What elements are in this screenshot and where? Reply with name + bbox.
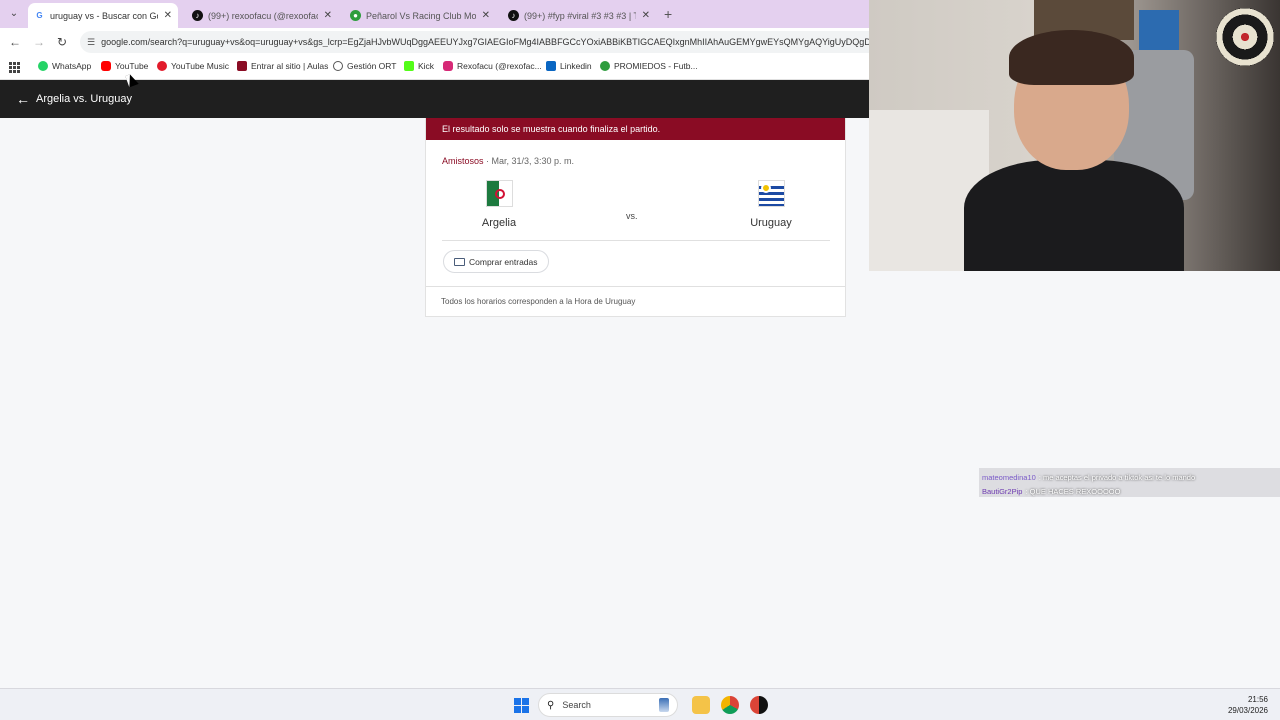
- chat-text: : QUE HACES REXOOOOO: [1025, 486, 1121, 496]
- tab-title: Peñarol Vs Racing Club Montev: [366, 10, 476, 21]
- tab-google-search[interactable]: G uruguay vs - Buscar con Goog ✕: [28, 3, 178, 28]
- chat-message: BautiGr2Pip : QUE HACES REXOOOOO: [982, 484, 1277, 498]
- bookmark-kick[interactable]: Kick: [404, 61, 434, 71]
- kick-icon: [404, 61, 414, 71]
- bookmark-label: Entrar al sitio | Aulas: [251, 61, 329, 71]
- result-notice-banner: El resultado solo se muestra cuando fina…: [426, 118, 845, 140]
- away-team[interactable]: Uruguay: [731, 180, 811, 229]
- back-arrow-icon[interactable]: ←: [8, 35, 22, 49]
- chrome-icon[interactable]: [721, 696, 739, 714]
- league-link[interactable]: Amistosos: [442, 156, 484, 166]
- away-team-name: Uruguay: [750, 217, 792, 229]
- bookmark-linkedin[interactable]: Linkedin: [546, 61, 592, 71]
- obs-icon[interactable]: [750, 696, 768, 714]
- graduation-cap-icon: [237, 61, 247, 71]
- tab-title: (99+) rexoofacu (@rexoofacu): [208, 10, 318, 21]
- site-info-icon[interactable]: ☰: [87, 37, 95, 48]
- page-title: Argelia vs. Uruguay: [36, 93, 132, 105]
- new-tab-plus-icon[interactable]: +: [664, 6, 672, 22]
- webcam-overlay: [869, 0, 1280, 271]
- chat-text: : me aceptas el privado a tiktok asi te …: [1038, 472, 1196, 482]
- search-highlight-icon: [659, 698, 669, 712]
- youtube-music-icon: [157, 61, 167, 71]
- bookmark-label: YouTube: [115, 61, 149, 71]
- system-clock[interactable]: 21:56 29/03/2026: [1228, 694, 1268, 716]
- bookmark-label: Kick: [418, 61, 435, 71]
- bookmark-instagram[interactable]: Rexofacu (@rexofac...: [443, 61, 542, 71]
- close-icon[interactable]: ✕: [482, 10, 490, 21]
- tab-tiktok-video[interactable]: ♪ (99+) #fyp #viral #3 #3 #3 | Tik ✕: [502, 3, 656, 28]
- match-meta: Amistosos · Mar, 31/3, 3:30 p. m.: [442, 156, 574, 166]
- bookmark-youtube[interactable]: YouTube: [101, 61, 148, 71]
- bookmark-label: Linkedin: [560, 61, 592, 71]
- bookmark-aulas[interactable]: Entrar al sitio | Aulas: [237, 61, 328, 71]
- versus-label: vs.: [626, 211, 638, 221]
- browser-toolbar: ← → ↻ ☰ google.com/search?q=uruguay+vs&o…: [0, 28, 869, 56]
- instagram-icon: [443, 61, 453, 71]
- taskbar: ⚲ Search 21:56 29/03/2026: [0, 688, 1280, 720]
- promiedos-icon: [600, 61, 610, 71]
- bookmark-promiedos[interactable]: PROMIEDOS - Futb...: [600, 61, 698, 71]
- reload-icon[interactable]: ↻: [55, 35, 69, 49]
- tiktok-icon: ♪: [508, 10, 519, 21]
- close-icon[interactable]: ✕: [324, 10, 332, 21]
- search-icon: ⚲: [547, 699, 555, 711]
- match-card: El resultado solo se muestra cuando fina…: [425, 118, 846, 317]
- buy-tickets-button[interactable]: Comprar entradas: [443, 250, 549, 273]
- bookmark-label: YouTube Music: [171, 61, 229, 71]
- chat-username: mateomedina10: [982, 472, 1036, 482]
- address-bar[interactable]: ☰ google.com/search?q=uruguay+vs&oq=urug…: [80, 31, 869, 53]
- bookmark-label: WhatsApp: [52, 61, 92, 71]
- tab-title: uruguay vs - Buscar con Goog: [50, 10, 158, 21]
- tab-penarol-racing[interactable]: ● Peñarol Vs Racing Club Montev ✕: [344, 3, 496, 28]
- chat-username: BautiGr2Pip: [982, 486, 1023, 496]
- bookmark-label: PROMIEDOS - Futb...: [614, 61, 698, 71]
- tab-strip: ⌄ G uruguay vs - Buscar con Goog ✕ ♪ (99…: [0, 0, 869, 28]
- chat-message: mateomedina10 : me aceptas el privado a …: [982, 470, 1277, 484]
- dartboard-image: [1216, 8, 1274, 66]
- bookmark-label: Rexofacu (@rexofac...: [457, 61, 542, 71]
- promiedos-icon: ●: [350, 10, 361, 21]
- youtube-icon: [101, 61, 111, 71]
- whatsapp-icon: [38, 61, 48, 71]
- close-icon[interactable]: ✕: [164, 10, 172, 21]
- clock-time: 21:56: [1247, 695, 1268, 704]
- tab-title: (99+) #fyp #viral #3 #3 #3 | Tik: [524, 10, 636, 21]
- search-placeholder: Search: [562, 700, 591, 710]
- stream-chat-overlay: mateomedina10 : me aceptas el privado a …: [979, 468, 1280, 497]
- tab-tiktok-profile[interactable]: ♪ (99+) rexoofacu (@rexoofacu) ✕: [186, 3, 338, 28]
- divider: [442, 240, 830, 241]
- taskbar-search-box[interactable]: ⚲ Search: [538, 693, 678, 717]
- home-team-name: Argelia: [481, 217, 517, 229]
- forward-arrow-icon[interactable]: →: [32, 35, 46, 49]
- tab-search-chevron-icon[interactable]: ⌄: [6, 6, 22, 22]
- match-date: · Mar, 31/3, 3:30 p. m.: [483, 156, 575, 166]
- clock-date: 29/03/2026: [1227, 706, 1268, 715]
- windows-start-icon[interactable]: [514, 698, 529, 713]
- tiktok-icon: ♪: [192, 10, 203, 21]
- home-team[interactable]: Argelia: [459, 180, 539, 229]
- bookmark-label: Gestión ORT: [347, 61, 397, 71]
- bookmark-youtube-music[interactable]: YouTube Music: [157, 61, 229, 71]
- url-text: google.com/search?q=uruguay+vs&oq=urugua…: [101, 37, 869, 47]
- apps-grid-icon[interactable]: [9, 62, 20, 73]
- google-icon: G: [36, 11, 43, 20]
- bookmark-whatsapp[interactable]: WhatsApp: [38, 61, 91, 71]
- algeria-flag-icon: [485, 180, 513, 207]
- back-arrow-icon[interactable]: ←: [16, 91, 32, 107]
- timezone-note: Todos los horarios corresponden a la Hor…: [426, 286, 845, 316]
- ticket-icon: [454, 257, 465, 266]
- uruguay-flag-icon: [757, 180, 785, 207]
- linkedin-icon: [546, 61, 556, 71]
- close-icon[interactable]: ✕: [642, 10, 650, 21]
- file-explorer-icon[interactable]: [692, 696, 710, 714]
- buy-tickets-label: Comprar entradas: [469, 256, 538, 267]
- bookmark-gestion-ort[interactable]: Gestión ORT: [333, 61, 396, 71]
- globe-icon: [333, 61, 343, 71]
